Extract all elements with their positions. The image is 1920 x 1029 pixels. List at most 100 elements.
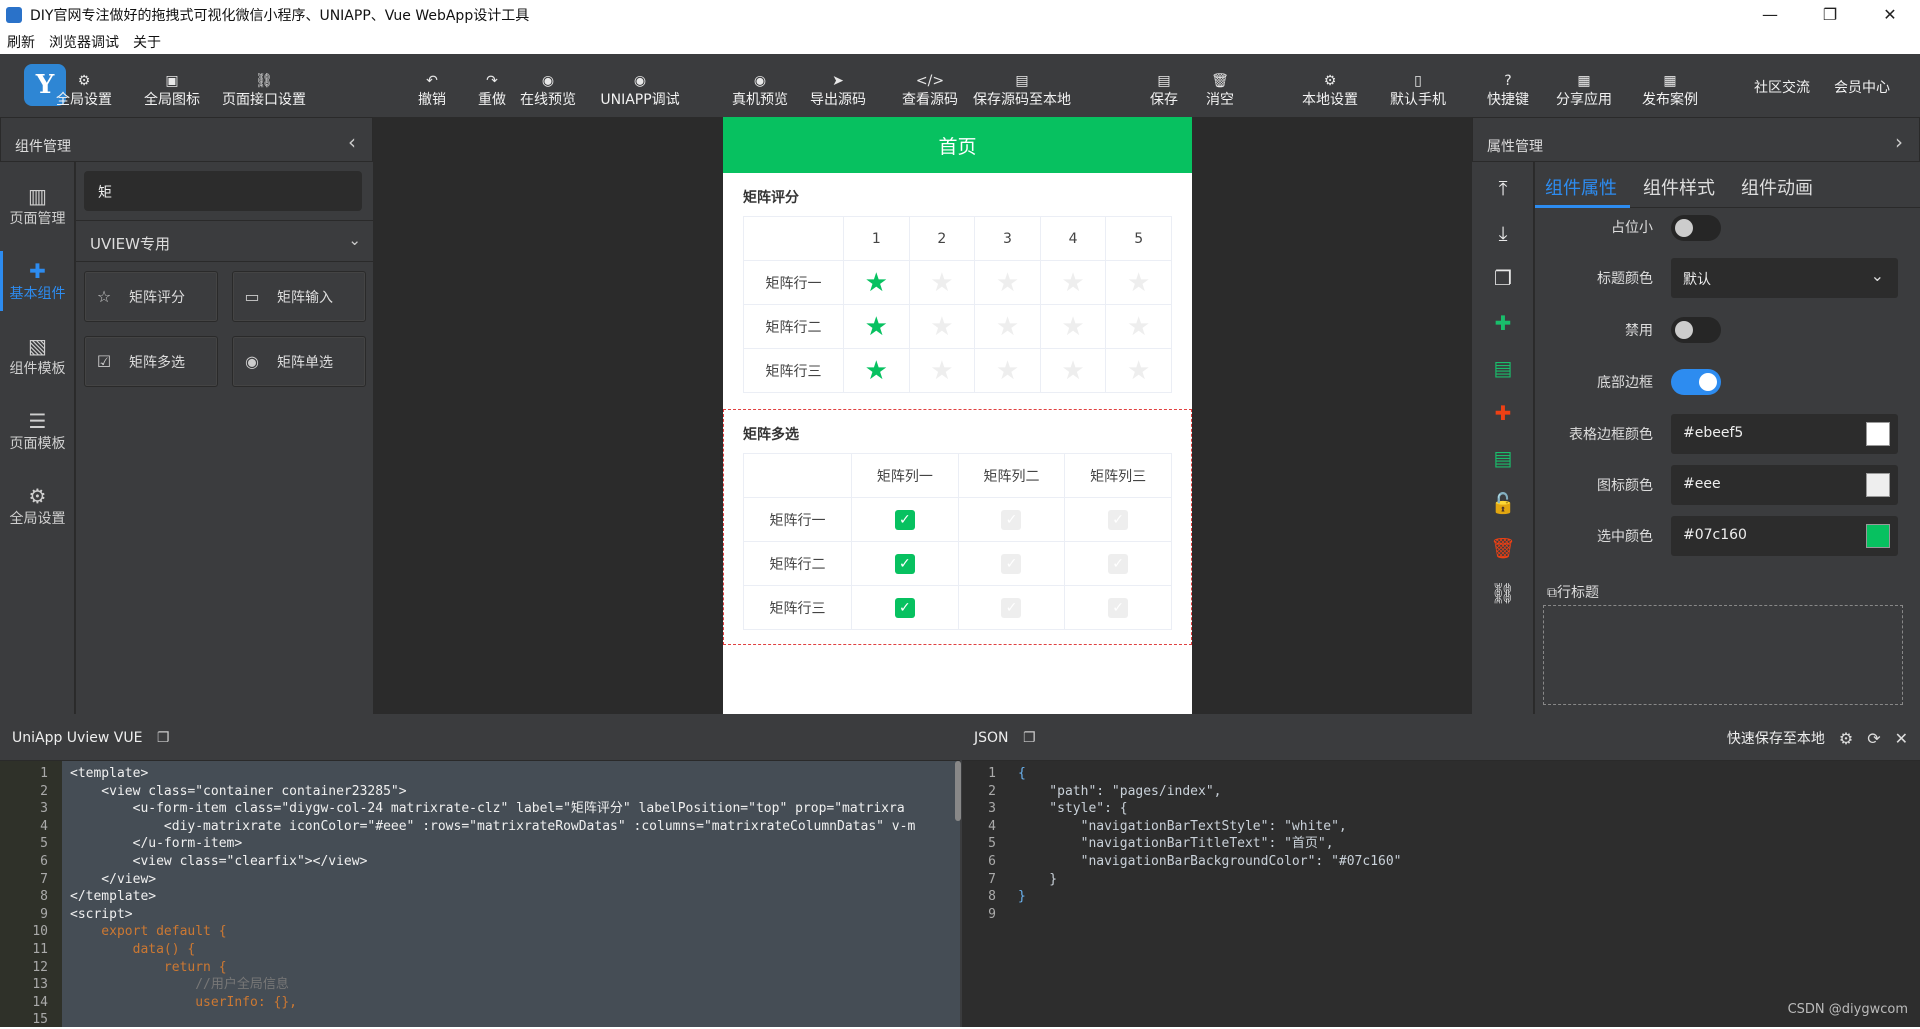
rate-cell[interactable]: ★ <box>974 304 1041 349</box>
check-cell[interactable]: ✓ <box>851 497 959 542</box>
checkbox[interactable]: ✓ <box>1108 553 1129 574</box>
rate-cell[interactable]: ★ <box>1105 348 1172 393</box>
copy-icon[interactable]: ❐ <box>157 730 170 746</box>
star-icon[interactable]: ★ <box>1061 268 1084 298</box>
category-uview[interactable]: UVIEW专用 ⌄ <box>76 220 373 262</box>
document-add-icon[interactable]: ▤ <box>1472 446 1534 470</box>
icon-color-input[interactable]: #eee <box>1671 465 1898 505</box>
rate-cell[interactable]: ★ <box>1039 260 1107 305</box>
copy-icon[interactable]: ❐ <box>1023 730 1036 746</box>
unlock-icon[interactable]: 🔓 <box>1472 491 1534 515</box>
star-icon[interactable]: ★ <box>930 268 953 298</box>
menu-about[interactable]: 关于 <box>133 32 161 52</box>
title-color-select[interactable]: 默认 ⌄ <box>1671 258 1898 298</box>
star-icon[interactable]: ★ <box>930 356 953 386</box>
star-icon[interactable]: ★ <box>996 356 1019 386</box>
json-code-editor[interactable]: { "path": "pages/index", "style": { "nav… <box>1010 761 1920 1027</box>
active-color-swatch[interactable] <box>1866 524 1890 548</box>
gear-icon[interactable]: ⚙ <box>1839 729 1853 748</box>
placeholder-small-toggle[interactable] <box>1671 215 1721 241</box>
vue-code-editor[interactable]: <template> <view class="container contai… <box>62 761 960 1027</box>
star-icon[interactable]: ★ <box>1127 356 1150 386</box>
star-icon[interactable]: ★ <box>1127 268 1150 298</box>
icon-color-swatch[interactable] <box>1866 473 1890 497</box>
component-search-input[interactable]: 矩 <box>84 171 362 211</box>
rate-cell[interactable]: ★ <box>1105 260 1172 305</box>
toolbar-button-send[interactable]: ➤ 导出源码 <box>794 64 882 110</box>
rate-cell[interactable]: ★ <box>1105 304 1172 349</box>
minimize-button[interactable]: — <box>1740 0 1800 29</box>
toolbar-button-save[interactable]: ▤ 保存源码至本地 <box>947 64 1097 110</box>
rate-cell[interactable]: ★ <box>974 348 1041 393</box>
move-top-icon[interactable]: ⤒ <box>1472 176 1534 200</box>
rate-cell[interactable]: ★ <box>1039 348 1107 393</box>
check-cell[interactable]: ✓ <box>1064 497 1172 542</box>
rate-cell[interactable]: ★ <box>974 260 1041 305</box>
checkbox[interactable]: ✓ <box>894 553 915 574</box>
check-cell[interactable]: ✓ <box>957 497 1066 542</box>
copy-icon[interactable]: ❐ <box>1472 266 1534 290</box>
matrix-rate-table[interactable]: 1 2 3 4 5 矩阵行一 ★ ★ ★ ★ ★ 矩阵行二 ★ ★ ★ ★ ★ 矩阵行三 ★ ★ ★ ★ ★ <box>743 216 1172 393</box>
disabled-toggle[interactable] <box>1671 317 1721 343</box>
sidebar-item-0[interactable]: ▥ 页面管理 <box>0 176 75 236</box>
component-item[interactable]: ▭ 矩阵输入 <box>232 271 366 322</box>
checkbox[interactable]: ✓ <box>1001 597 1022 618</box>
check-cell[interactable]: ✓ <box>957 585 1066 630</box>
toolbar-button-help[interactable]: ? 快捷键 <box>1473 64 1543 110</box>
delete-icon[interactable]: 🗑 <box>1472 536 1534 560</box>
community-link[interactable]: 社区交流 <box>1754 77 1810 97</box>
menu-refresh[interactable]: 刷新 <box>7 32 35 52</box>
active-color-input[interactable]: #07c160 <box>1671 516 1898 556</box>
maximize-button[interactable]: ❐ <box>1800 0 1860 29</box>
rate-cell[interactable]: ★ <box>843 260 910 305</box>
document-icon[interactable]: ▤ <box>1472 356 1534 380</box>
toolbar-button-trash[interactable]: 🗑 消空 <box>1196 64 1244 110</box>
close-icon[interactable]: ✕ <box>1895 729 1908 748</box>
toolbar-button-share[interactable]: ▦ 分享应用 <box>1545 64 1623 110</box>
puzzle-add-icon[interactable]: ✚ <box>1472 311 1534 335</box>
quick-save-button[interactable]: 快速保存至本地 <box>1727 728 1825 748</box>
component-item[interactable]: ☆ 矩阵评分 <box>84 271 218 322</box>
star-icon[interactable]: ★ <box>996 268 1019 298</box>
star-icon[interactable]: ★ <box>1061 356 1084 386</box>
check-cell[interactable]: ✓ <box>1064 541 1172 586</box>
component-item[interactable]: ◉ 矩阵单选 <box>232 336 366 387</box>
sidebar-item-1[interactable]: ✚ 基本组件 <box>0 251 75 311</box>
collapse-left-icon[interactable]: ‹ <box>348 130 356 154</box>
toolbar-button-link[interactable]: ⛓ 页面接口设置 <box>185 64 343 110</box>
sidebar-item-3[interactable]: ☰ 页面模板 <box>0 401 75 461</box>
menu-browser-debug[interactable]: 浏览器调试 <box>49 32 119 52</box>
refresh-icon[interactable]: ⟳ <box>1867 729 1880 748</box>
star-icon[interactable]: ★ <box>865 268 888 298</box>
rate-cell[interactable]: ★ <box>1039 304 1107 349</box>
tab-component-style[interactable]: 组件样式 <box>1643 174 1715 200</box>
checkbox[interactable]: ✓ <box>1108 509 1129 530</box>
rate-cell[interactable]: ★ <box>908 260 976 305</box>
star-icon[interactable]: ★ <box>1127 312 1150 342</box>
toolbar-button-eye[interactable]: ◉ 在线预览 <box>507 64 589 110</box>
close-window-button[interactable]: ✕ <box>1860 0 1920 29</box>
toolbar-button-save[interactable]: ▤ 保存 <box>1140 64 1188 110</box>
member-center-link[interactable]: 会员中心 <box>1834 77 1890 97</box>
sidebar-item-4[interactable]: ⚙ 全局设置 <box>0 476 75 536</box>
border-color-swatch[interactable] <box>1866 422 1890 446</box>
toolbar-button-publish[interactable]: ▦ 发布案例 <box>1631 64 1709 110</box>
toolbar-button-gear[interactable]: ⚙ 本地设置 <box>1291 64 1369 110</box>
sidebar-item-2[interactable]: ▧ 组件模板 <box>0 326 75 386</box>
toolbar-button-phone[interactable]: ▯ 默认手机 <box>1376 64 1460 110</box>
tab-component-props[interactable]: 组件属性 <box>1545 174 1617 200</box>
toolbar-button-eye[interactable]: ◉ UNIAPP调试 <box>585 64 695 110</box>
checkbox[interactable]: ✓ <box>1108 597 1129 618</box>
collapse-right-icon[interactable]: › <box>1895 130 1903 154</box>
star-icon[interactable]: ★ <box>865 312 888 342</box>
component-item[interactable]: ☑ 矩阵多选 <box>84 336 218 387</box>
star-icon[interactable]: ★ <box>1061 312 1084 342</box>
rate-cell[interactable]: ★ <box>843 348 910 393</box>
toolbar-button-undo[interactable]: ↶ 撤销 <box>402 64 462 110</box>
check-cell[interactable]: ✓ <box>1064 585 1172 630</box>
checkbox[interactable]: ✓ <box>1001 553 1022 574</box>
star-icon[interactable]: ★ <box>865 356 888 386</box>
toolbar-button-eye[interactable]: ◉ 真机预览 <box>719 64 801 110</box>
rate-cell[interactable]: ★ <box>908 348 976 393</box>
checkbox[interactable]: ✓ <box>894 509 915 530</box>
